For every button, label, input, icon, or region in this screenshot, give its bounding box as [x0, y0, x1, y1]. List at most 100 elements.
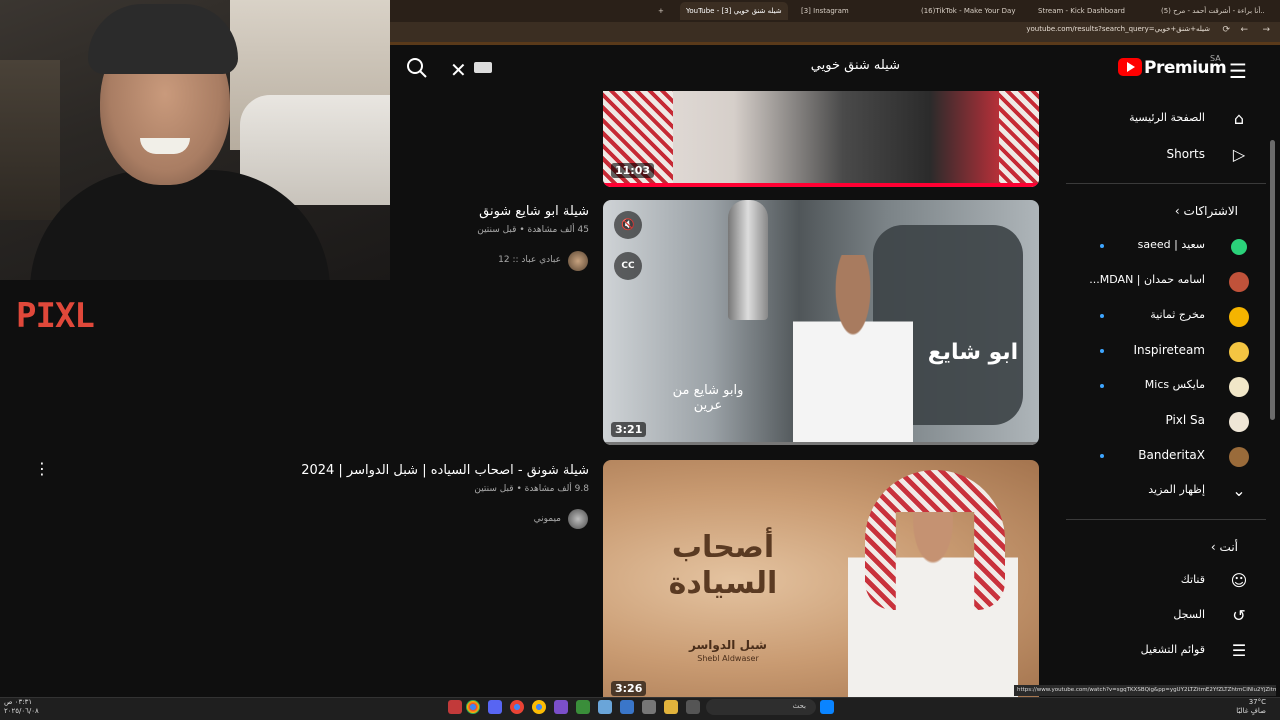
region-code: SA [1210, 54, 1221, 63]
user-icon: ☺ [1230, 571, 1248, 590]
link-status-url: https://www.youtube.com/watch?v=sgqTKXSB… [1014, 685, 1276, 696]
tab-instagram[interactable]: [3] Instagram [795, 2, 890, 20]
subscription-name: Pixl Sa [1165, 413, 1205, 427]
taskbar-search[interactable]: بحث [706, 699, 816, 715]
sidebar-scrollbar[interactable] [1270, 140, 1275, 420]
folder-icon[interactable] [664, 700, 678, 714]
subscription-item[interactable]: مايكس Mics [1070, 375, 1250, 399]
video-title[interactable]: شيلة شونق - اصحاب السياده | شبل الدواسر … [301, 463, 589, 478]
tab-youtube[interactable]: YouTube - شيله شنق خويي [3] [680, 2, 788, 20]
sidebar-divider [1066, 519, 1266, 520]
channel-avatar [1228, 340, 1250, 362]
channel-name[interactable]: عبادي عباد :: 12 [498, 255, 561, 265]
sidebar-item-history[interactable]: السجل ↺ [1070, 605, 1250, 629]
reload-icon[interactable]: ⟳ [1222, 25, 1230, 35]
channel-avatar [1228, 375, 1250, 397]
webcam-feed [0, 0, 390, 280]
address-bar[interactable]: youtube.com/results?search_query=شيله+شن… [390, 22, 1280, 42]
subscription-item[interactable]: سعيد | saeed [1070, 235, 1250, 259]
thumbnail-overlay-text: ابو شايع [927, 340, 1019, 365]
channel-name[interactable]: ميموني [534, 514, 561, 524]
channel-avatar [1228, 270, 1250, 292]
chevron-right-icon: › [1174, 204, 1180, 218]
sidebar-item-label: Shorts [1166, 147, 1205, 161]
video-thumbnail-2[interactable]: 🔇 CC وابو شايع من عرين ابو شايع 3:21 [603, 200, 1039, 445]
you-heading-label: أنت [1219, 540, 1238, 554]
subscription-item[interactable]: اسامه حمدان | MDAN... [1070, 270, 1250, 294]
channel-avatar [1228, 410, 1250, 432]
subscription-name: اسامه حمدان | MDAN... [1089, 273, 1205, 286]
store-icon[interactable] [620, 700, 634, 714]
sidebar-item-playlists[interactable]: قوائم التشغيل ☰ [1070, 640, 1250, 664]
weather-desc: صافٍ غالبًا [1236, 707, 1266, 715]
subscription-name: سعيد | saeed [1137, 238, 1205, 251]
search-icon[interactable] [405, 56, 429, 80]
captions-button[interactable]: CC [614, 252, 642, 280]
tab-kick[interactable]: Stream - Kick Dashboard [1032, 2, 1132, 20]
more-options-icon[interactable]: ⋮ [34, 459, 50, 478]
sidebar-item-label: السجل [1173, 608, 1205, 621]
app-icon[interactable] [448, 700, 462, 714]
clock-time: ٠٣:٣١ ص [4, 698, 33, 706]
windows-start-icon[interactable] [820, 700, 834, 714]
subscription-name: Inspireteam [1133, 343, 1205, 357]
video-title[interactable]: شيلة ابو شايع شونق [479, 204, 589, 219]
shorts-icon: ▷ [1232, 145, 1246, 164]
search-input[interactable]: شيله شنق خويي [600, 58, 900, 73]
taskbar-clock[interactable]: ٠٣:٣١ ص ٢٠٢٥/٠٦/٠٨ [4, 698, 39, 716]
thumbnail-artist-en: Shebl Aldwaser [697, 654, 759, 663]
taskview-icon[interactable] [686, 700, 700, 714]
home-icon: ⌂ [1233, 109, 1245, 128]
channel-avatar [1228, 235, 1250, 257]
video-thumbnail-1[interactable]: 11:03 [603, 91, 1039, 187]
chrome-icon[interactable] [510, 700, 524, 714]
url-text: youtube.com/results?search_query=شيله+شن… [1026, 25, 1210, 33]
forward-icon[interactable]: → [1262, 25, 1270, 35]
sidebar-item-shorts[interactable]: Shorts ▷ [1070, 144, 1250, 168]
show-more-button[interactable]: إظهار المزيد ⌄ [1070, 480, 1250, 504]
new-tab-button[interactable]: + [652, 2, 670, 20]
you-heading[interactable]: أنت › [1211, 540, 1238, 554]
browser-tab-bar: + YouTube - شيله شنق خويي [3] [3] Instag… [390, 0, 1280, 22]
channel-avatar[interactable] [568, 251, 588, 271]
show-more-label: إظهار المزيد [1148, 483, 1205, 496]
sidebar-item-your-channel[interactable]: قناتك ☺ [1070, 570, 1250, 594]
back-icon[interactable]: ← [1240, 25, 1248, 35]
subscription-item[interactable]: Pixl Sa [1070, 410, 1250, 434]
chrome-icon[interactable] [532, 700, 546, 714]
menu-icon[interactable]: ☰ [1229, 59, 1247, 83]
discord-icon[interactable] [488, 700, 502, 714]
chrome-icon[interactable] [466, 700, 480, 714]
sidebar-item-label: قوائم التشغيل [1140, 643, 1205, 656]
subscriptions-heading[interactable]: الاشتراكات › [1175, 204, 1238, 218]
clock-date: ٢٠٢٥/٠٦/٠٨ [4, 707, 39, 715]
video-thumbnail-3[interactable]: أصحاب السيادة شبل الدواسر Shebl Aldwaser… [603, 460, 1039, 700]
calendar-icon[interactable] [642, 700, 656, 714]
sidebar-item-home[interactable]: الصفحة الرئيسية ⌂ [1070, 108, 1250, 132]
playlist-icon: ☰ [1231, 641, 1247, 660]
channel-avatar [1228, 445, 1250, 467]
minecraft-icon[interactable] [576, 700, 590, 714]
thumbnail-title: أصحاب السيادة [668, 530, 778, 601]
thumbnail-caption: وابو شايع من عرين [672, 383, 744, 413]
mail-icon[interactable] [598, 700, 612, 714]
weather-widget[interactable]: 37°C صافٍ غالبًا [1226, 698, 1266, 716]
youtube-logo-icon[interactable] [1118, 58, 1142, 76]
subscription-item[interactable]: Inspireteam [1070, 340, 1250, 364]
clear-search-icon[interactable]: ✕ [450, 58, 467, 82]
subscription-item[interactable]: مخرج ثمانية [1070, 305, 1250, 329]
new-content-dot [1100, 454, 1104, 458]
mute-icon[interactable]: 🔇 [614, 211, 642, 239]
sidebar-item-label: الصفحة الرئيسية [1129, 111, 1205, 124]
history-icon: ↺ [1232, 606, 1246, 625]
keyboard-icon[interactable] [474, 62, 492, 73]
game-icon[interactable] [554, 700, 568, 714]
duration-badge: 11:03 [611, 163, 655, 178]
video-meta: 9.8 ألف مشاهدة • قبل سنتين [474, 484, 589, 494]
tab-tiktok[interactable]: (16)TikTok - Make Your Day [915, 2, 1025, 20]
subscription-item[interactable]: BanderitaX [1070, 445, 1250, 469]
channel-avatar[interactable] [568, 509, 588, 529]
duration-badge: 3:26 [611, 681, 647, 696]
tab-music[interactable]: (5) أنا براءة - أشرقت أحمد - مرح... [1155, 2, 1265, 20]
subscription-name: BanderitaX [1138, 448, 1205, 462]
